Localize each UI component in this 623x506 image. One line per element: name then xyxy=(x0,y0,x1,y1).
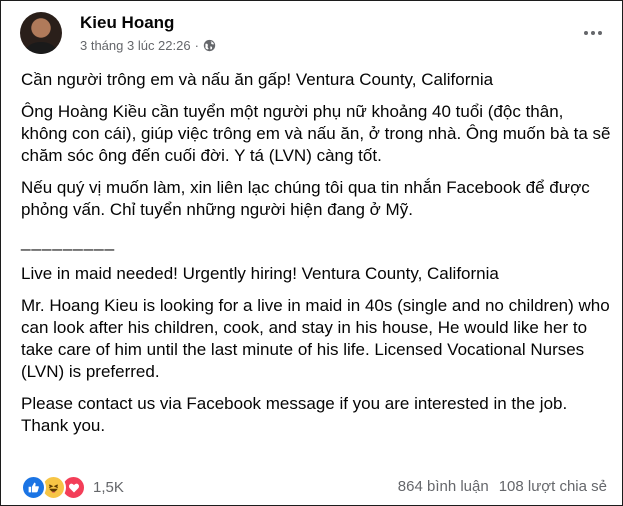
post-timestamp[interactable]: 3 tháng 3 lúc 22:26 xyxy=(80,38,191,53)
post-meta: 3 tháng 3 lúc 22:26 · xyxy=(80,38,216,53)
en-contact: Please contact us via Facebook message i… xyxy=(21,394,568,435)
like-icon xyxy=(21,475,46,500)
globe-icon[interactable] xyxy=(203,39,216,52)
post-header: Kieu Hoang 3 tháng 3 lúc 22:26 · xyxy=(17,9,607,59)
vi-title: Cần người trông em và nấu ăn gấp! Ventur… xyxy=(21,70,494,89)
vi-body: Ông Hoàng Kiều cần tuyển một người phụ n… xyxy=(21,102,611,165)
more-options-icon[interactable] xyxy=(581,23,605,43)
post-stats: 864 bình luận 108 lượt chia sẻ xyxy=(398,478,607,495)
en-body: Mr. Hoang Kieu is looking for a live in … xyxy=(21,296,610,381)
meta-separator: · xyxy=(194,38,199,53)
post-card: Kieu Hoang 3 tháng 3 lúc 22:26 · Cần ngư… xyxy=(0,0,623,506)
post-footer: 1,5K 864 bình luận 108 lượt chia sẻ xyxy=(21,475,607,501)
reactions-summary[interactable]: 1,5K xyxy=(21,475,124,500)
comment-count[interactable]: 864 bình luận xyxy=(398,478,489,495)
en-title: Live in maid needed! Urgently hiring! Ve… xyxy=(21,264,499,283)
share-count[interactable]: 108 lượt chia sẻ xyxy=(499,478,607,495)
vi-contact: Nếu quý vị muốn làm, xin liên lạc chúng … xyxy=(21,178,590,219)
author-name[interactable]: Kieu Hoang xyxy=(80,13,174,33)
reaction-count: 1,5K xyxy=(93,479,124,496)
post-content: Cần người trông em và nấu ăn gấp! Ventur… xyxy=(21,69,611,447)
text-divider: _________ xyxy=(21,232,116,251)
author-avatar[interactable] xyxy=(20,12,62,54)
